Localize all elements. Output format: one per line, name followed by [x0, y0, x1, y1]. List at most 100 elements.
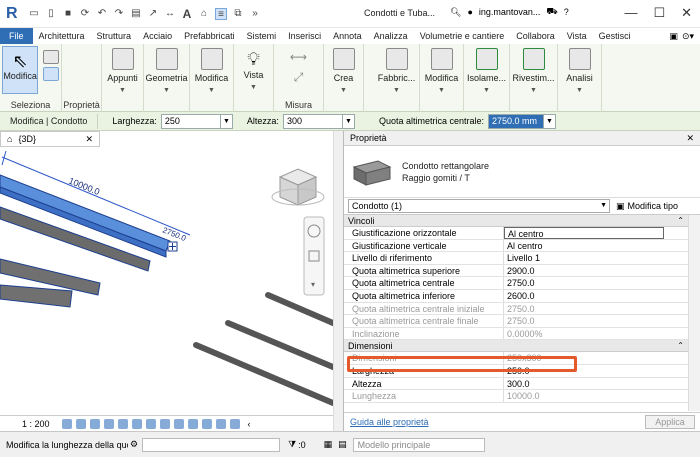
contextual-tab-icon[interactable]: ▣	[669, 31, 678, 42]
close-icon[interactable]: ✕	[681, 5, 692, 21]
type-selector[interactable]: Condotto rettangolare Raggio gomiti / T	[344, 146, 700, 198]
isolamento-button[interactable]: Isolame... ▼	[464, 44, 509, 98]
thin-lines-icon[interactable]: ≡	[215, 7, 227, 20]
detail-level-icon[interactable]	[61, 418, 72, 429]
3d-view-icon[interactable]: ⌂	[198, 8, 210, 20]
close-icon[interactable]: ✕	[686, 131, 694, 146]
worksharing-icon[interactable]	[201, 418, 212, 429]
scroll-left-icon[interactable]: ‹	[248, 419, 251, 429]
binoculars-icon[interactable]: 🔍︎	[450, 7, 461, 18]
tab-file[interactable]: File	[0, 28, 33, 44]
design-option-field[interactable]: Modello principale	[352, 437, 485, 452]
length-dimension-label[interactable]: 10000.0	[67, 176, 101, 197]
property-row[interactable]: Quota altimetrica superiore 2900.0	[344, 264, 700, 278]
tab-prefabbricati[interactable]: Prefabbricati	[178, 28, 241, 44]
navigation-bar[interactable]: ▾	[303, 216, 325, 296]
vista-button[interactable]: 💡︎ Vista ▼	[234, 44, 273, 98]
edit-type-button[interactable]: ▣ Modifica tipo	[616, 201, 678, 212]
tab-inserisci[interactable]: Inserisci	[282, 28, 327, 44]
property-row[interactable]: Quota altimetrica centrale 2750.0	[344, 277, 700, 290]
sync-icon[interactable]: ⟳	[79, 8, 91, 20]
maximize-icon[interactable]: ☐	[653, 5, 665, 21]
3d-view-canvas[interactable]: 10000.0 2750.0 ▾	[0, 147, 333, 415]
tab-acciaio[interactable]: Acciaio	[137, 28, 178, 44]
apply-button[interactable]: Applica	[645, 415, 695, 429]
revit-logo-icon[interactable]: R	[6, 5, 22, 23]
property-row[interactable]: Altezza 300.0	[344, 377, 700, 391]
redo-icon[interactable]: ↷	[113, 8, 125, 20]
model-icon[interactable]: ▦	[324, 439, 333, 450]
sun-path-icon[interactable]	[89, 418, 100, 429]
properties-help-link[interactable]: Guida alle proprietà	[350, 417, 429, 427]
more-icon[interactable]: »	[249, 8, 261, 20]
undo-icon[interactable]: ↶	[96, 8, 108, 20]
workset-field[interactable]	[142, 437, 281, 452]
property-row[interactable]: Livello di riferimento Livello 1	[344, 252, 700, 265]
save-icon[interactable]: ■	[62, 8, 74, 20]
crop-view-icon[interactable]	[131, 418, 142, 429]
fabbric-button[interactable]: Fabbric... ▼	[374, 44, 419, 98]
help-icon[interactable]: ?	[564, 7, 569, 17]
analisi-button[interactable]: Analisi ▼	[558, 44, 601, 98]
appunti-button[interactable]: Appunti ▼	[102, 44, 143, 98]
worksets-icon[interactable]: ⚙	[130, 439, 138, 450]
view-cube[interactable]	[271, 168, 325, 206]
print-icon[interactable]: ▤	[130, 8, 142, 20]
lock-view-icon[interactable]	[159, 418, 170, 429]
visual-style-icon[interactable]	[75, 418, 86, 429]
cart-icon[interactable]: ⛟	[546, 6, 557, 18]
quota-input[interactable]	[487, 113, 544, 129]
modifica-button[interactable]: ⇖ Modifica	[2, 46, 39, 94]
duct-4[interactable]	[0, 284, 73, 308]
section-dimensioni[interactable]: Dimensioni ⌃	[344, 340, 700, 353]
property-row[interactable]: Giustificazione orizzontale Al centro	[344, 227, 700, 240]
close-icon[interactable]: ✕	[85, 134, 93, 145]
scale-label[interactable]: 1 : 200	[22, 419, 50, 429]
collapse-icon[interactable]: ⌃	[677, 340, 684, 352]
filter-icon[interactable]: ⧩	[288, 439, 296, 450]
collapse-icon[interactable]: ⌃	[677, 215, 684, 227]
analysis-display-icon[interactable]	[229, 418, 240, 429]
crea-button[interactable]: Crea ▼	[324, 44, 363, 98]
view-scrollbar[interactable]	[333, 131, 343, 431]
tab-analizza[interactable]: Analizza	[368, 28, 414, 44]
tab-vista[interactable]: Vista	[561, 28, 593, 44]
property-row[interactable]: Quota altimetrica inferiore 2600.0	[344, 289, 700, 303]
tab-collabora[interactable]: Collabora	[510, 28, 561, 44]
chevron-down-icon[interactable]: ▼	[220, 113, 233, 129]
highlight-displacement-icon[interactable]	[215, 418, 226, 429]
altezza-input[interactable]	[282, 113, 343, 129]
properties-button[interactable]	[40, 46, 61, 94]
chevron-down-icon[interactable]: ▼	[342, 113, 355, 129]
geometria-button[interactable]: Geometria ▼	[144, 44, 189, 98]
rivestimento-button[interactable]: Rivestim... ▼	[510, 44, 557, 98]
tab-architettura[interactable]: Architettura	[33, 28, 91, 44]
tab-struttura[interactable]: Struttura	[91, 28, 138, 44]
tab-volumetrie[interactable]: Volumetrie e cantiere	[414, 28, 511, 44]
dimension-icon[interactable]: ↔	[164, 8, 176, 20]
modifica-duct-button[interactable]: Modifica ▼	[420, 44, 463, 98]
ribbon-toggle-icon[interactable]: ⊙▾	[682, 31, 694, 42]
chevron-down-icon[interactable]: ▼	[543, 113, 556, 129]
hide-isolate-icon[interactable]	[173, 418, 184, 429]
user-name[interactable]: ing.mantovan...	[479, 7, 541, 17]
tab-annota[interactable]: Annota	[327, 28, 368, 44]
crop-region-icon[interactable]	[145, 418, 156, 429]
properties-scrollbar[interactable]	[688, 215, 700, 411]
modifica-tools-button[interactable]: Modifica ▼	[190, 44, 233, 98]
user-icon[interactable]: ●	[467, 7, 472, 17]
render-icon[interactable]	[117, 418, 128, 429]
drag-handle[interactable]	[167, 241, 178, 252]
instance-selector[interactable]: Condotto (1) ▼	[348, 199, 610, 213]
shadows-icon[interactable]	[103, 418, 114, 429]
property-row[interactable]: Giustificazione verticale Al centro	[344, 239, 700, 253]
measure-tools[interactable]: ⟷ ⤢	[274, 44, 323, 85]
switch-windows-icon[interactable]: ⧉	[232, 8, 244, 20]
reveal-hidden-icon[interactable]	[187, 418, 198, 429]
text-icon[interactable]: A	[181, 8, 193, 20]
open-icon[interactable]: ▭	[28, 8, 40, 20]
larghezza-input[interactable]	[160, 113, 221, 129]
design-option-icon[interactable]: ▤	[338, 439, 347, 450]
view-tab-3d[interactable]: ⌂ {3D} ✕	[0, 131, 100, 147]
measure-icon[interactable]: ↗	[147, 8, 159, 20]
